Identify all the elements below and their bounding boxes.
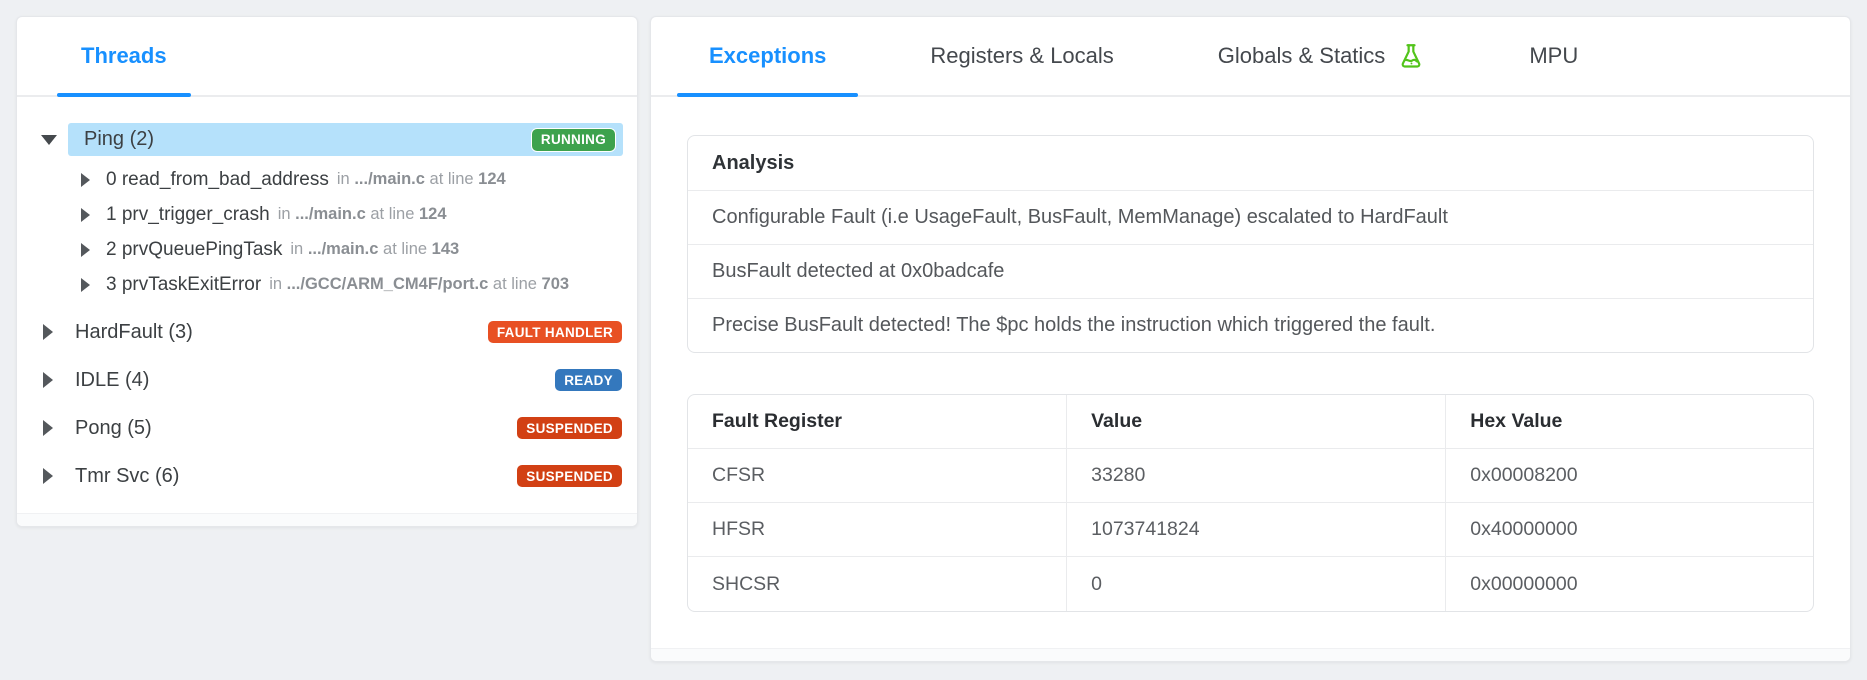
active-tab-underline	[677, 93, 858, 97]
analysis-row-0: Configurable Fault (i.e UsageFault, BusF…	[688, 190, 1813, 244]
tab-mpu-label: MPU	[1529, 43, 1578, 69]
stack-frame-row-1[interactable]: 1 prv_trigger_crash in .../main.c at lin…	[17, 197, 637, 232]
table-cell-register: SHCSR	[688, 557, 1067, 611]
in-label: in	[337, 170, 350, 188]
table-header-value: Value	[1067, 395, 1446, 449]
table-cell-value: 33280	[1067, 449, 1446, 503]
active-tab-underline	[57, 93, 191, 97]
status-badge-ready: READY	[554, 368, 623, 392]
panel-footer	[651, 648, 1850, 661]
stack-frame-row-0[interactable]: 0 read_from_bad_address in .../main.c at…	[17, 162, 637, 197]
frame-function: 3 prvTaskExitError	[106, 274, 261, 296]
thread-row-idle[interactable]: IDLE (4) READY	[17, 356, 637, 404]
table-cell-register: HFSR	[688, 503, 1067, 557]
details-panel: Exceptions Registers & Locals Globals & …	[650, 16, 1851, 662]
caret-right-icon[interactable]	[81, 243, 90, 257]
frame-path: .../main.c	[295, 205, 366, 223]
frame-location: in .../GCC/ARM_CM4F/port.c at line 703	[269, 275, 569, 294]
frame-path: .../main.c	[308, 240, 379, 258]
frame-function: 1 prv_trigger_crash	[106, 204, 270, 226]
frame-line: 124	[478, 170, 506, 188]
caret-right-icon[interactable]	[81, 208, 90, 222]
table-cell-value: 1073741824	[1067, 503, 1446, 557]
tab-threads[interactable]: Threads	[57, 17, 191, 95]
thread-tree: Ping (2) RUNNING 0 read_from_bad_address…	[17, 97, 637, 500]
status-badge-fault-handler: FAULT HANDLER	[487, 320, 623, 344]
threads-tabbar: Threads	[17, 17, 637, 97]
thread-row-ping[interactable]: Ping (2) RUNNING	[17, 123, 637, 156]
frame-location: in .../main.c at line 124	[337, 170, 506, 189]
at-line-label: at line	[370, 205, 414, 223]
caret-right-icon[interactable]	[81, 278, 90, 292]
frame-line: 143	[432, 240, 460, 258]
table-cell-register: CFSR	[688, 449, 1067, 503]
at-line-label: at line	[430, 170, 474, 188]
at-line-label: at line	[493, 275, 537, 293]
at-line-label: at line	[383, 240, 427, 258]
thread-selection-highlight[interactable]: Ping (2) RUNNING	[68, 123, 623, 156]
table-header-hex-value: Hex Value	[1446, 395, 1813, 449]
frame-line: 124	[419, 205, 447, 223]
table-cell-hex: 0x00000000	[1446, 557, 1813, 611]
tab-registers-locals[interactable]: Registers & Locals	[898, 17, 1145, 95]
in-label: in	[290, 240, 303, 258]
analysis-panel: Analysis Configurable Fault (i.e UsageFa…	[687, 135, 1814, 353]
tab-globals-statics[interactable]: Globals & Statics	[1186, 17, 1458, 95]
stack-frame-row-2[interactable]: 2 prvQueuePingTask in .../main.c at line…	[17, 232, 637, 267]
caret-right-icon[interactable]	[43, 468, 53, 484]
table-cell-hex: 0x00008200	[1446, 449, 1813, 503]
thread-name: Ping (2)	[84, 128, 154, 151]
frame-location: in .../main.c at line 143	[290, 240, 459, 259]
tab-mpu[interactable]: MPU	[1497, 17, 1610, 95]
analysis-row-1: BusFault detected at 0x0badcafe	[688, 244, 1813, 298]
details-tabbar: Exceptions Registers & Locals Globals & …	[651, 17, 1850, 97]
tab-threads-label: Threads	[81, 43, 167, 69]
stack-frames: 0 read_from_bad_address in .../main.c at…	[17, 162, 637, 302]
caret-down-icon[interactable]	[41, 135, 57, 145]
status-badge-running: RUNNING	[531, 128, 616, 152]
caret-right-icon[interactable]	[81, 173, 90, 187]
tab-exceptions[interactable]: Exceptions	[677, 17, 858, 95]
frame-function: 0 read_from_bad_address	[106, 169, 329, 191]
frame-line: 703	[542, 275, 570, 293]
panel-footer	[17, 513, 637, 526]
thread-row-pong[interactable]: Pong (5) SUSPENDED	[17, 404, 637, 452]
thread-name: HardFault (3)	[75, 321, 193, 344]
thread-name: Pong (5)	[75, 417, 152, 440]
tab-registers-locals-label: Registers & Locals	[930, 43, 1113, 69]
stack-frame-row-3[interactable]: 3 prvTaskExitError in .../GCC/ARM_CM4F/p…	[17, 267, 637, 302]
analysis-title: Analysis	[688, 136, 1813, 190]
frame-location: in .../main.c at line 124	[278, 205, 447, 224]
table-cell-hex: 0x40000000	[1446, 503, 1813, 557]
status-badge-suspended: SUSPENDED	[516, 464, 623, 488]
threads-panel: Threads Ping (2) RUNNING 0 read_from_bad…	[16, 16, 638, 527]
tab-exceptions-label: Exceptions	[709, 43, 826, 69]
thread-row-tmr-svc[interactable]: Tmr Svc (6) SUSPENDED	[17, 452, 637, 500]
table-cell-value: 0	[1067, 557, 1446, 611]
frame-function: 2 prvQueuePingTask	[106, 239, 282, 261]
tab-globals-statics-label: Globals & Statics	[1218, 43, 1386, 69]
frame-path: .../GCC/ARM_CM4F/port.c	[287, 275, 489, 293]
caret-right-icon[interactable]	[43, 372, 53, 388]
caret-right-icon[interactable]	[43, 420, 53, 436]
table-header-fault-register: Fault Register	[688, 395, 1067, 449]
status-badge-suspended: SUSPENDED	[516, 416, 623, 440]
exceptions-content: Analysis Configurable Fault (i.e UsageFa…	[651, 135, 1850, 612]
fault-register-table: Fault Register Value Hex Value CFSR 3328…	[687, 394, 1814, 612]
frame-path: .../main.c	[354, 170, 425, 188]
analysis-row-2: Precise BusFault detected! The $pc holds…	[688, 298, 1813, 352]
thread-row-hardfault[interactable]: HardFault (3) FAULT HANDLER	[17, 308, 637, 356]
thread-name: Tmr Svc (6)	[75, 465, 179, 488]
in-label: in	[269, 275, 282, 293]
flask-icon	[1397, 42, 1425, 70]
thread-name: IDLE (4)	[75, 369, 149, 392]
caret-right-icon[interactable]	[43, 324, 53, 340]
in-label: in	[278, 205, 291, 223]
